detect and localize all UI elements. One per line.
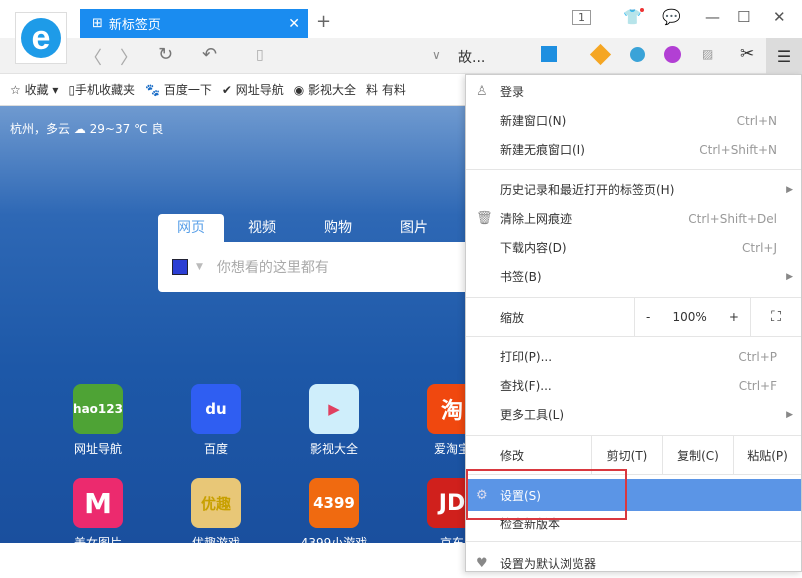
menu-icon[interactable]: ☰ <box>766 38 802 74</box>
bookmark-hao123[interactable]: ✔ 网址导航 <box>222 81 284 98</box>
bookmark-youliao[interactable]: 料 有料 <box>366 81 406 98</box>
menu-new-window[interactable]: 新建窗口(N) Ctrl+N <box>466 106 801 135</box>
adblock-icon[interactable]: ▨ <box>702 47 713 61</box>
divider <box>466 169 801 170</box>
menu-find[interactable]: 查找(F)... Ctrl+F <box>466 371 801 400</box>
app-4399[interactable]: 4399 4399小游戏 <box>301 478 367 543</box>
bookmark-favorites[interactable]: ☆ 收藏 ▾ <box>10 81 58 98</box>
video-icon[interactable] <box>664 46 681 63</box>
app-video[interactable]: ▶ 影视大全 <box>309 384 359 457</box>
maximize-button[interactable]: ☐ <box>737 8 750 26</box>
search-tab-web[interactable]: 网页 <box>158 214 224 242</box>
forward-button[interactable]: 〉 <box>120 44 138 70</box>
search-widget: 网页 视频 购物 图片 ▼ 你想看的这里都有 <box>158 214 488 294</box>
user-icon: ♙ <box>476 84 488 99</box>
menu-set-default[interactable]: ♥ 设置为默认浏览器 <box>466 549 801 578</box>
paste-button[interactable]: 粘贴(P) <box>733 436 801 474</box>
undo-button[interactable]: ↶ <box>202 44 217 65</box>
tab-new-tab[interactable]: ⊞ 新标签页 ✕ <box>80 9 308 38</box>
skin-icon[interactable]: 👕 <box>623 8 642 26</box>
chevron-right-icon: ▶ <box>786 184 793 195</box>
highlight-annotation <box>466 469 627 520</box>
menu-bookmarks[interactable]: 书签(B) ▶ <box>466 262 801 291</box>
zoom-out-button[interactable]: - <box>646 310 650 324</box>
close-button[interactable]: ✕ <box>773 8 786 26</box>
search-tab-images[interactable]: 图片 <box>376 214 452 242</box>
divider <box>466 541 801 542</box>
trash-icon: 🗑 <box>476 211 493 226</box>
app-baidu[interactable]: du 百度 <box>191 384 241 457</box>
menu-history[interactable]: 历史记录和最近打开的标签页(H) ▶ <box>466 175 801 204</box>
menu-incognito[interactable]: 新建无痕窗口(I) Ctrl+Shift+N <box>466 135 801 164</box>
address-text[interactable]: 故... <box>458 47 485 67</box>
grid-icon: ⊞ <box>92 16 103 31</box>
heart-icon: ♥ <box>476 556 488 571</box>
search-engine-icon[interactable] <box>172 259 188 275</box>
zoom-value: 100% <box>672 310 707 324</box>
tab-title: 新标签页 <box>108 18 161 33</box>
chevron-down-icon[interactable]: ▼ <box>196 262 203 272</box>
zoom-row: 缩放 - 100% + ⛶ <box>466 297 801 337</box>
app-youqu[interactable]: 优趣 优趣游戏 <box>191 478 241 543</box>
tab-close-icon[interactable]: ✕ <box>288 16 300 32</box>
tab-count[interactable]: 1 <box>572 10 591 25</box>
menu-print[interactable]: 打印(P)... Ctrl+P <box>466 342 801 371</box>
notification-dot <box>640 8 644 12</box>
search-tab-video[interactable]: 视频 <box>224 214 300 242</box>
zoom-label: 缩放 <box>500 310 525 325</box>
apps-icon[interactable] <box>541 46 557 62</box>
chevron-right-icon: ▶ <box>786 409 793 420</box>
browser-logo: e <box>15 12 67 64</box>
menu-downloads[interactable]: 下载内容(D) Ctrl+J <box>466 233 801 262</box>
app-hao123[interactable]: hao123 网址导航 <box>73 384 123 457</box>
new-tab-button[interactable]: + <box>316 11 331 32</box>
weather-widget[interactable]: 杭州，多云 ☁ 29~37 ℃ 良 <box>10 120 163 137</box>
zoom-in-button[interactable]: + <box>729 310 739 324</box>
app-meinv[interactable]: M 美女图片 <box>73 478 123 543</box>
menu-login[interactable]: ♙ 登录 <box>466 77 801 106</box>
bookmark-baidu[interactable]: 🐾 百度一下 <box>145 81 212 98</box>
reload-button[interactable]: ↻ <box>158 44 173 65</box>
chevron-right-icon: ▶ <box>786 271 793 282</box>
bookmark-mobile[interactable]: ▯手机收藏夹 <box>68 81 135 98</box>
status-area <box>0 543 465 572</box>
bookmark-video[interactable]: ◉ 影视大全 <box>294 81 356 98</box>
fullscreen-icon[interactable]: ⛶ <box>750 298 801 336</box>
menu-more-tools[interactable]: 更多工具(L) ▶ <box>466 400 801 429</box>
page-icon: ▯ <box>256 47 264 63</box>
menu-clear-data[interactable]: 🗑 清除上网痕迹 Ctrl+Shift+Del <box>466 204 801 233</box>
feedback-icon[interactable]: 💬 <box>662 8 681 26</box>
address-dropdown-icon[interactable]: ∨ <box>432 48 441 62</box>
back-button[interactable]: 〈 <box>84 44 102 70</box>
copy-button[interactable]: 复制(C) <box>662 436 733 474</box>
extension-icon[interactable] <box>630 47 645 62</box>
search-tab-shopping[interactable]: 购物 <box>300 214 376 242</box>
scissors-icon[interactable]: ✂ <box>740 44 754 64</box>
minimize-button[interactable]: — <box>705 8 720 26</box>
search-input[interactable]: 你想看的这里都有 <box>217 257 329 277</box>
